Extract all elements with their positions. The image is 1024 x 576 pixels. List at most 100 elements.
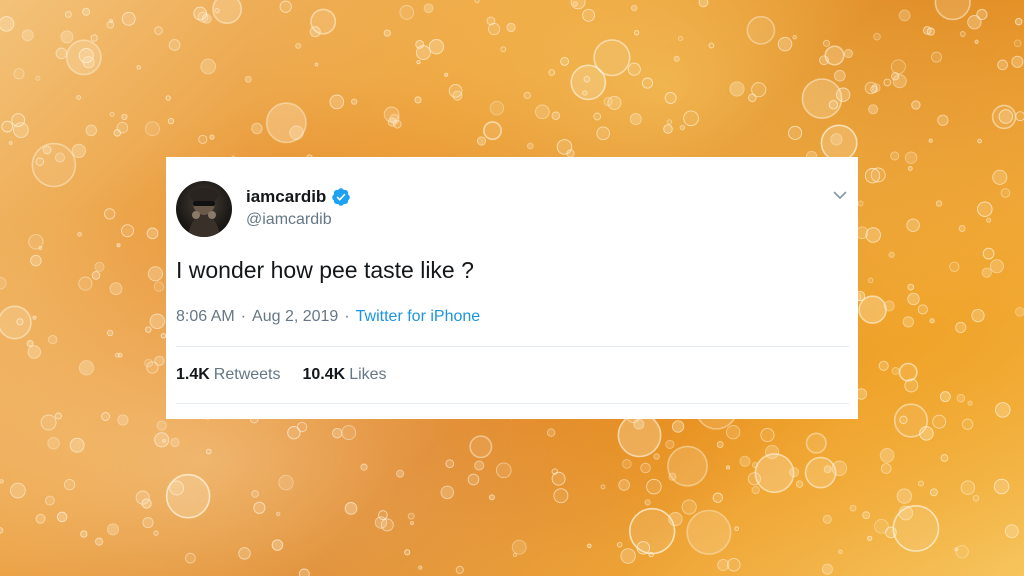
bubble [60,30,74,44]
bubble [828,100,839,110]
tweet-source-link[interactable]: Twitter for iPhone [356,308,481,325]
bubble [314,62,319,67]
bubble [917,304,928,315]
bubble [469,435,493,459]
bubble [414,96,422,104]
bubble [892,74,907,89]
bubble [85,124,98,137]
tweet-time[interactable]: 8:06 AM [176,308,235,325]
bubble [883,300,895,312]
chevron-down-icon[interactable] [832,187,848,203]
bubble [76,95,82,100]
bubble [788,125,803,140]
bubble [415,39,425,49]
bubble [880,463,892,474]
bubble [271,539,284,551]
bubble [423,3,434,14]
bubble [77,231,83,237]
bubble [253,501,266,514]
bubble [949,261,960,272]
bubble [998,109,1014,124]
avatar[interactable] [176,181,232,237]
bubble [91,271,101,280]
display-name[interactable]: iamcardib [246,187,326,207]
bubble [279,0,292,13]
bubble [165,95,171,101]
bubble [892,505,940,552]
bubble [399,5,415,20]
bubble [251,490,259,498]
bubble [931,51,942,63]
bubble [383,29,391,37]
bubble [448,84,463,98]
bubble [44,495,55,506]
bubble [38,246,43,250]
bubble [972,494,980,502]
bubble [135,490,150,505]
bubble [278,474,294,491]
bubble [94,261,105,272]
retweets-stat[interactable]: 1.4K Retweets [176,366,281,384]
bubble [922,26,932,35]
bubble [888,251,895,258]
bubble [727,557,741,572]
bubble [620,548,636,564]
bubble [989,259,1004,274]
bubble [116,243,121,248]
bubble [136,65,141,70]
bubble [35,157,45,167]
bubble [548,69,556,76]
bubble [500,46,507,53]
bubble [482,121,502,141]
bubble [10,482,26,499]
bubble [628,507,676,555]
bubble [919,426,934,441]
bubble [823,465,832,474]
bubble [474,460,485,471]
bubble [488,494,495,501]
meta-separator: · [240,308,247,325]
bubble [214,7,220,14]
bubble [748,93,757,103]
bubble [30,254,42,267]
bubble [0,305,32,340]
bubble [668,472,677,481]
bubble [109,111,115,117]
bubble [238,547,251,560]
bubble [929,488,938,497]
bubble [960,480,976,495]
bubble [977,201,993,217]
bubble [725,465,731,470]
bubble [760,427,775,443]
bubble [777,36,793,52]
bubble [824,45,845,66]
bubble [698,0,709,8]
bubble [153,281,165,292]
bubble [959,31,966,37]
user-handle[interactable]: @iamcardib [246,211,332,229]
bubble [867,535,873,542]
bubble [42,145,52,155]
bubble [147,266,163,282]
bubble [416,59,421,65]
bubble [929,318,935,324]
bubble [993,478,1010,495]
bubble [751,485,760,495]
bubble [838,549,843,554]
bubble [822,514,832,524]
bubble [956,393,966,403]
bubble [35,513,46,524]
bubble [879,448,895,463]
bubble [633,30,640,36]
tweet-date[interactable]: Aug 2, 2019 [252,308,338,325]
bubble [664,92,677,104]
bubble [570,64,607,101]
bubble [671,420,685,433]
bubble [858,295,887,325]
bubble [1014,17,1023,26]
bubble [149,313,166,330]
bubble [868,104,879,115]
bubble [8,141,13,145]
likes-stat[interactable]: 10.4K Likes [303,366,387,384]
tweet-card[interactable]: iamcardib @iamcardib I wonder how pee ta… [166,157,858,419]
